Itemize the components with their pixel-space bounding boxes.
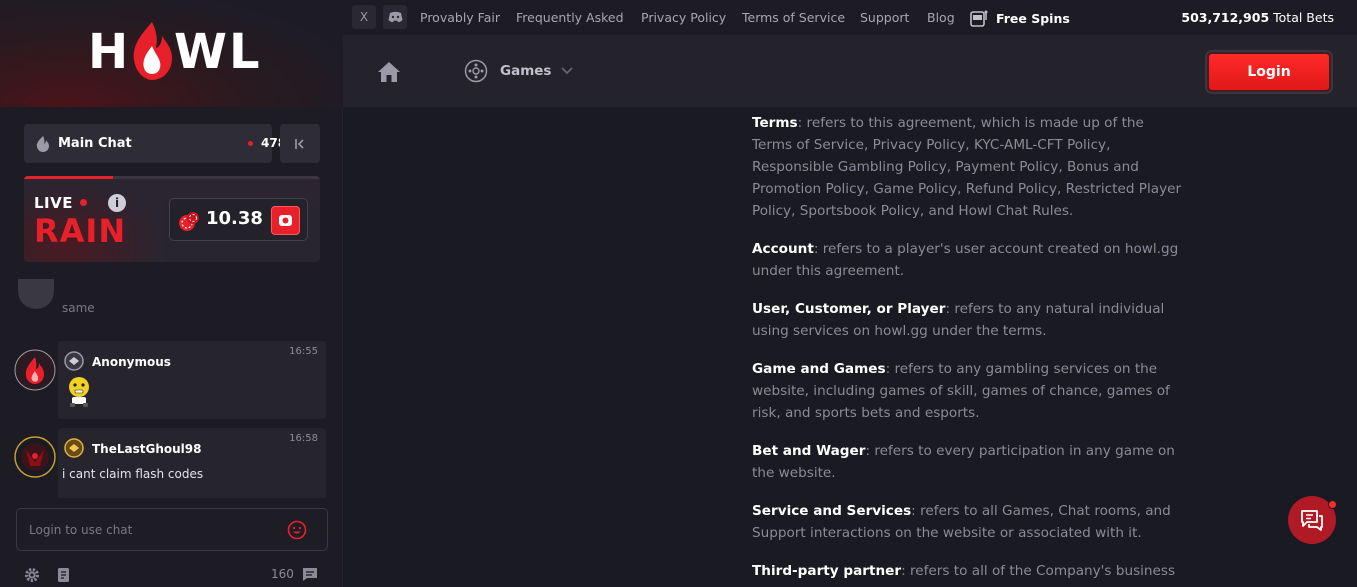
term-definition: Third-party partner: refers to all of th… — [752, 560, 1182, 582]
footer-count: 160 — [271, 567, 294, 581]
emoji-picker-icon[interactable] — [287, 520, 307, 540]
online-dot — [248, 141, 253, 146]
avatar — [18, 279, 54, 309]
term-definition: Service and Services: refers to all Game… — [752, 500, 1182, 544]
term-title: User, Customer, or Player — [752, 301, 946, 317]
discord-social-button[interactable] — [383, 5, 407, 29]
nav-bar: Games Login — [343, 36, 1357, 107]
link-support[interactable]: Support — [860, 10, 909, 25]
chat-message: Anonymous 16:55 — [14, 341, 326, 419]
logo-letter-h: H — [88, 24, 131, 80]
chat-footer: 160 — [0, 562, 343, 587]
link-provably-fair[interactable]: Provably Fair — [420, 10, 500, 25]
term-definition: Game and Games: refers to any gambling s… — [752, 358, 1182, 424]
chat-bubble-icon — [303, 568, 317, 581]
term-title: Service and Services — [752, 503, 912, 519]
logo-letters-wl: WL — [174, 24, 262, 80]
x-social-button[interactable]: X — [352, 5, 376, 29]
coins-icon — [179, 212, 199, 231]
chat-rules-icon[interactable] — [57, 567, 71, 583]
term-title: Terms — [752, 115, 798, 131]
coin-icon — [279, 215, 292, 226]
free-spins-label: Free Spins — [996, 10, 1070, 26]
avatar[interactable] — [14, 349, 56, 391]
message-body: i cant claim flash codes — [62, 467, 204, 481]
slot-machine-icon — [970, 10, 988, 27]
total-bets-label: Total Bets — [1273, 10, 1334, 25]
collapse-icon — [295, 138, 304, 149]
discord-icon — [388, 11, 402, 23]
howl-logo[interactable]: H WL — [88, 20, 260, 82]
total-bets: 503,712,905 Total Bets — [1181, 10, 1334, 25]
message-time: 16:58 — [289, 433, 318, 444]
rain-title: RAIN — [34, 212, 127, 250]
top-bar: X Provably Fair Frequently Asked Privacy… — [343, 0, 1357, 36]
chat-room-selector[interactable]: Main Chat 478 — [24, 124, 286, 163]
chat-input[interactable] — [29, 509, 279, 550]
rain-live-label: LIVE — [34, 194, 73, 212]
term-description: : refers to this agreement, which is mad… — [752, 115, 1182, 219]
login-button[interactable]: Login — [1207, 52, 1331, 92]
term-title: Account — [752, 241, 814, 257]
term-definition: Terms: refers to this agreement, which i… — [752, 112, 1182, 222]
notification-dot — [1328, 500, 1337, 509]
rank-badge-icon — [64, 438, 84, 458]
rain-amount-box: 10.38 — [169, 198, 308, 241]
support-chat-icon — [1301, 510, 1323, 531]
message-author[interactable]: TheLastGhoul98 — [92, 442, 201, 456]
x-icon: X — [359, 10, 369, 24]
link-privacy-policy[interactable]: Privacy Policy — [641, 10, 726, 25]
avatar[interactable] — [14, 436, 56, 478]
message-time: 16:55 — [289, 346, 318, 357]
games-icon — [464, 59, 488, 83]
message-body: same — [62, 301, 95, 315]
term-definition: User, Customer, or Player: refers to any… — [752, 298, 1182, 342]
chat-room-label: Main Chat — [58, 136, 132, 151]
term-title: Game and Games — [752, 361, 886, 377]
message-author[interactable]: Anonymous — [92, 355, 171, 369]
games-label: Games — [500, 63, 552, 79]
logo-area: H WL — [0, 0, 343, 107]
link-faq[interactable]: Frequently Asked — [516, 10, 624, 25]
term-description: : refers to a player's user account crea… — [752, 241, 1179, 279]
flame-icon — [36, 135, 49, 152]
term-title: Bet and Wager — [752, 443, 866, 459]
chat-message: TheLastGhoul98 16:58 i cant claim flash … — [14, 428, 326, 498]
rain-card: LIVE i RAIN 10.38 — [24, 176, 320, 262]
gear-icon[interactable] — [24, 567, 40, 583]
live-dot — [80, 199, 87, 206]
total-bets-value: 503,712,905 — [1181, 10, 1270, 25]
chat-input-box — [16, 508, 328, 551]
rain-amount: 10.38 — [206, 208, 263, 229]
home-icon[interactable] — [377, 61, 401, 83]
link-blog[interactable]: Blog — [927, 10, 955, 25]
terms-content: Terms: refers to this agreement, which i… — [752, 112, 1182, 587]
term-title: Third-party partner — [752, 563, 902, 579]
rank-badge-icon — [64, 351, 84, 371]
chevron-down-icon — [561, 67, 574, 75]
term-definition: Bet and Wager: refers to every participa… — [752, 440, 1182, 484]
term-definition: Account: refers to a player's user accou… — [752, 238, 1182, 282]
tip-rain-button[interactable] — [271, 206, 300, 235]
chat-message-list[interactable]: same Anonymous 16:55 TheLastGhoul98 16:5… — [0, 278, 343, 498]
chat-sidebar: H WL Main Chat 478 LIVE i RAIN 10.38 sam… — [0, 0, 343, 587]
emote-icon — [69, 377, 89, 407]
games-menu[interactable]: Games — [464, 59, 574, 83]
flame-logo-icon — [133, 22, 172, 80]
info-icon[interactable]: i — [108, 194, 126, 212]
free-spins-link[interactable]: Free Spins — [970, 9, 1070, 27]
link-terms-of-service[interactable]: Terms of Service — [742, 10, 845, 25]
collapse-chat-button[interactable] — [280, 124, 320, 163]
term-description: : refers to all of the Company's busines… — [901, 563, 1176, 579]
